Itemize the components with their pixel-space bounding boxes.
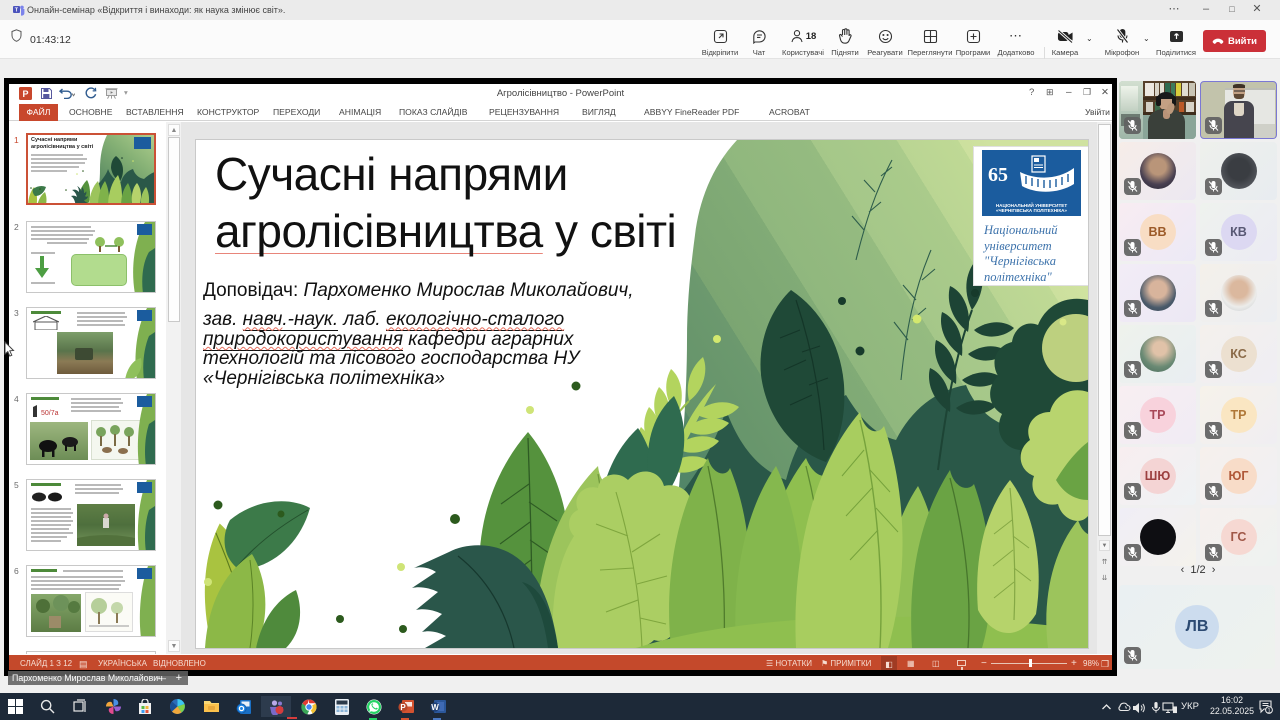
svg-text:1: 1 [1267,707,1271,714]
svg-text:50/7a: 50/7a [41,410,59,417]
